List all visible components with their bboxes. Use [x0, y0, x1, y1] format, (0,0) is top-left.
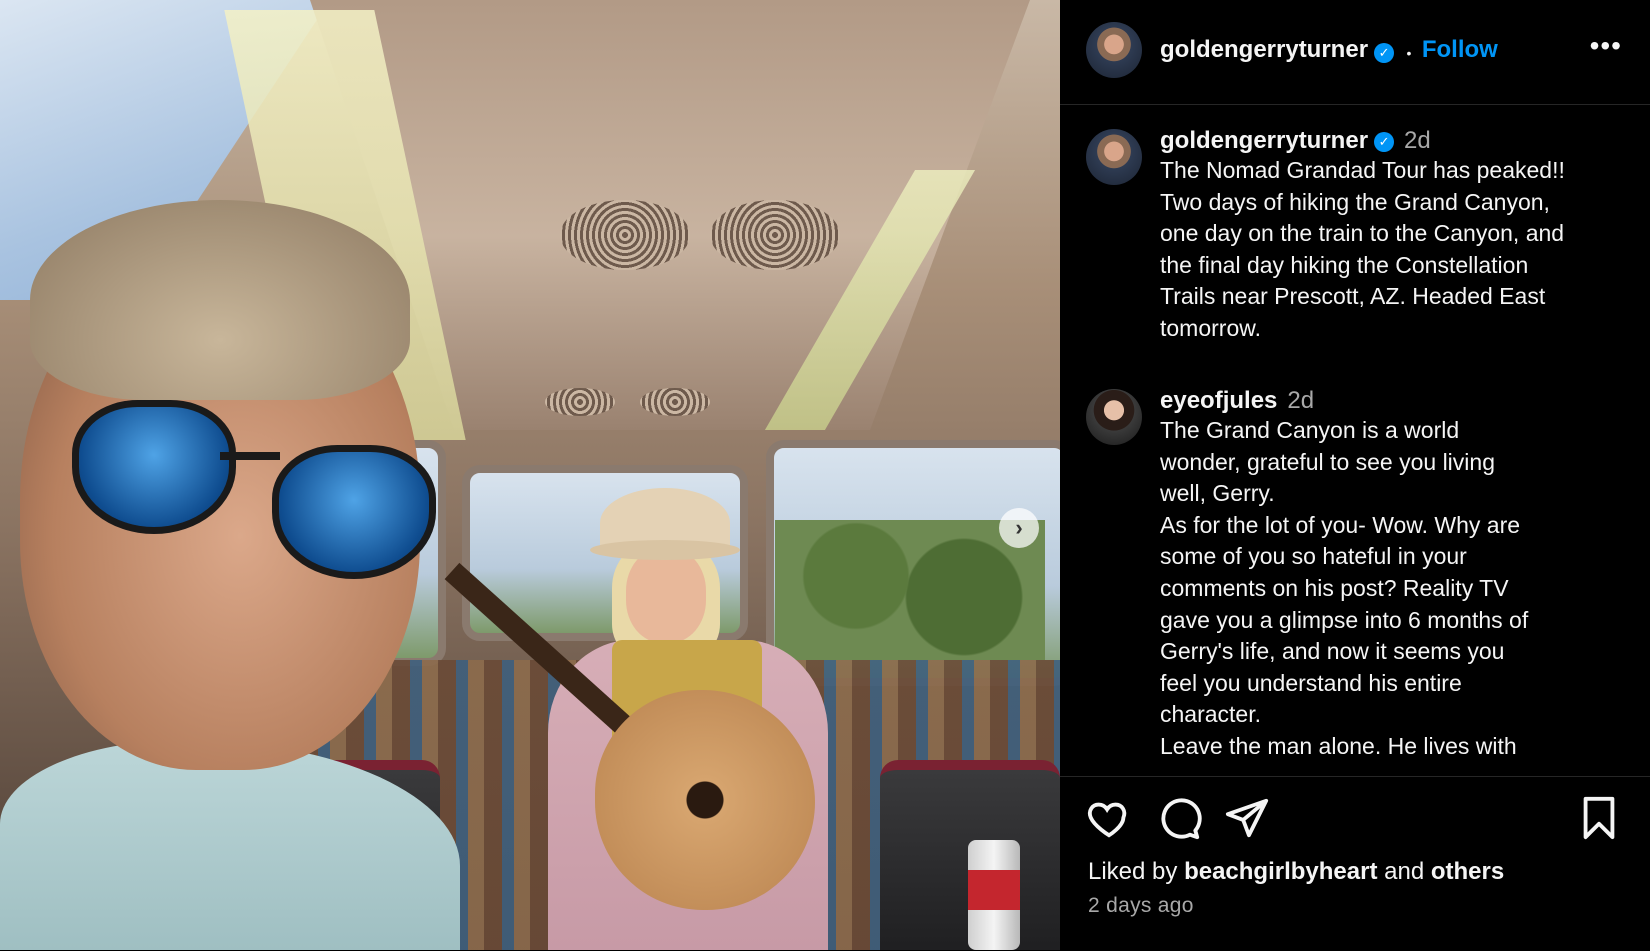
sunglasses-lens	[72, 400, 236, 534]
comment-header: eyeofjules 2d	[1160, 387, 1630, 415]
air-vent	[560, 200, 690, 270]
acoustic-guitar	[595, 690, 815, 910]
more-options-icon[interactable]: •••	[1590, 30, 1622, 62]
post-timestamp[interactable]: 2 days ago	[1088, 894, 1194, 918]
post-sidebar: goldengerryturner ✓ • Follow ••• goldenge…	[1060, 0, 1650, 950]
sunglasses-bridge	[220, 452, 280, 460]
heart-icon[interactable]	[1086, 795, 1132, 841]
post-photo[interactable]: ›	[0, 0, 1060, 950]
caption: goldengerryturner ✓ 2d The Nomad Grandad T…	[1086, 127, 1630, 345]
separator-dot: •	[1406, 44, 1412, 61]
liked-by-prefix: Liked by	[1088, 858, 1178, 885]
comments-list[interactable]: goldengerryturner ✓ 2d The Nomad Grandad T…	[1060, 105, 1650, 775]
liked-by-user[interactable]: beachgirlbyheart	[1184, 858, 1377, 885]
commenter-avatar[interactable]	[1086, 389, 1142, 445]
comment: eyeofjules 2d The Grand Canyon is a world…	[1086, 387, 1630, 763]
paper-plane-icon[interactable]	[1224, 795, 1270, 841]
air-vent	[640, 388, 710, 416]
caption-time[interactable]: 2d	[1404, 127, 1431, 154]
soda-can-label	[968, 870, 1020, 910]
sunglasses-lens	[272, 445, 436, 579]
comment-like-icon[interactable]	[1592, 770, 1622, 775]
author-line: goldengerryturner ✓ • Follow	[1160, 36, 1498, 64]
chevron-right-icon: ›	[1015, 515, 1023, 540]
air-vent	[545, 388, 615, 416]
liked-by-others[interactable]: others	[1431, 858, 1504, 885]
liked-by-and: and	[1384, 858, 1425, 885]
next-photo-button[interactable]: ›	[999, 508, 1039, 548]
verified-badge-icon: ✓	[1374, 42, 1395, 63]
comment-bubble-icon[interactable]	[1156, 795, 1202, 841]
author-username[interactable]: goldengerryturner	[1160, 36, 1368, 63]
author-avatar[interactable]	[1086, 22, 1142, 78]
bookmark-icon[interactable]	[1576, 795, 1622, 841]
likes-summary[interactable]: Liked by beachgirlbyheart and others	[1088, 858, 1504, 886]
caption-username[interactable]: goldengerryturner	[1160, 127, 1368, 154]
air-vent	[710, 200, 840, 270]
man-hair	[30, 200, 410, 400]
cowboy-hat-brim	[590, 540, 740, 560]
comment-time[interactable]: 2d	[1287, 387, 1314, 414]
verified-badge-icon: ✓	[1374, 131, 1395, 152]
comment-username[interactable]: eyeofjules	[1160, 387, 1277, 414]
post-header: goldengerryturner ✓ • Follow •••	[1060, 0, 1650, 105]
caption-author-avatar[interactable]	[1086, 129, 1142, 185]
comment-text: The Grand Canyon is a world wonder, grat…	[1160, 417, 1529, 759]
caption-text: The Nomad Grandad Tour has peaked!! Two …	[1160, 157, 1565, 341]
caption-header: goldengerryturner ✓ 2d	[1160, 127, 1630, 155]
woman-face	[626, 548, 706, 643]
follow-button[interactable]: Follow	[1422, 36, 1498, 63]
